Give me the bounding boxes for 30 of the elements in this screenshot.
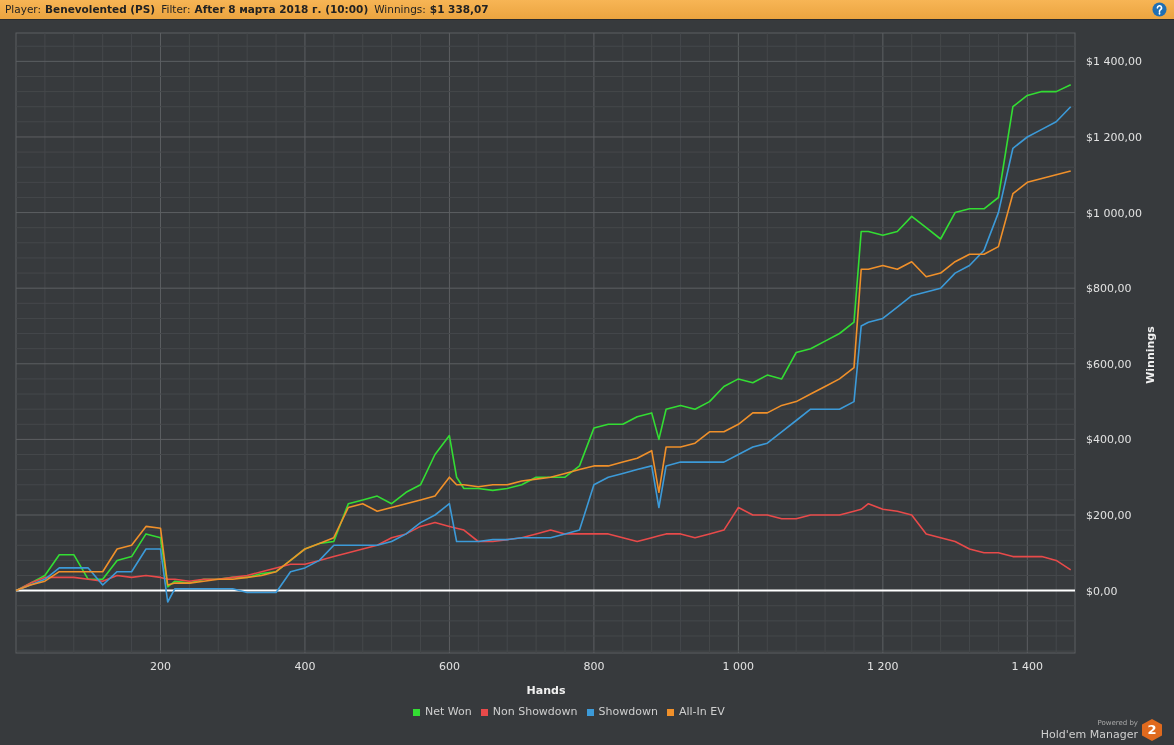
field-label: Player: (5, 1, 42, 17)
field-label: Filter: (161, 1, 191, 17)
field-value: $1 338,07 (429, 1, 489, 17)
x-tick-label: 800 (583, 660, 605, 673)
help-icon[interactable] (1152, 2, 1167, 17)
legend-label[interactable]: Non Showdown (492, 704, 578, 721)
y-axis-title: Winnings (1144, 326, 1157, 384)
x-tick-label: 400 (294, 660, 316, 673)
x-tick-label: 600 (438, 660, 460, 673)
y-tick-label: $800,00 (1086, 282, 1132, 296)
field-label: Winnings: (374, 1, 426, 17)
x-axis-title: Hands (526, 684, 566, 697)
y-tick-label: $1 200,00 (1086, 130, 1142, 144)
y-tick-label: $400,00 (1086, 433, 1132, 447)
legend-label[interactable]: All-In EV (678, 704, 725, 721)
x-tick-label: 1 200 (867, 660, 899, 673)
logo-badge: 2 (1142, 719, 1162, 741)
y-tick-label: $200,00 (1086, 509, 1132, 522)
field-value: After 8 марта 2018 г. (10:00) (194, 1, 369, 17)
y-tick-label: $0,00 (1086, 584, 1118, 598)
y-tick-label: $1 000,00 (1086, 206, 1142, 220)
field-value: Benevolented (PS) (45, 1, 156, 17)
legend-label[interactable]: Showdown (598, 704, 658, 721)
y-tick-label: $1 400,00 (1086, 55, 1142, 69)
x-tick-label: 200 (149, 660, 171, 673)
logo-text: Hold'em Manager (1040, 728, 1138, 741)
legend-label[interactable]: Net Won (425, 704, 472, 721)
x-tick-label: 1 000 (722, 660, 755, 673)
x-tick-label: 1 400 (1011, 660, 1044, 673)
y-tick-label: $600,00 (1086, 357, 1132, 371)
